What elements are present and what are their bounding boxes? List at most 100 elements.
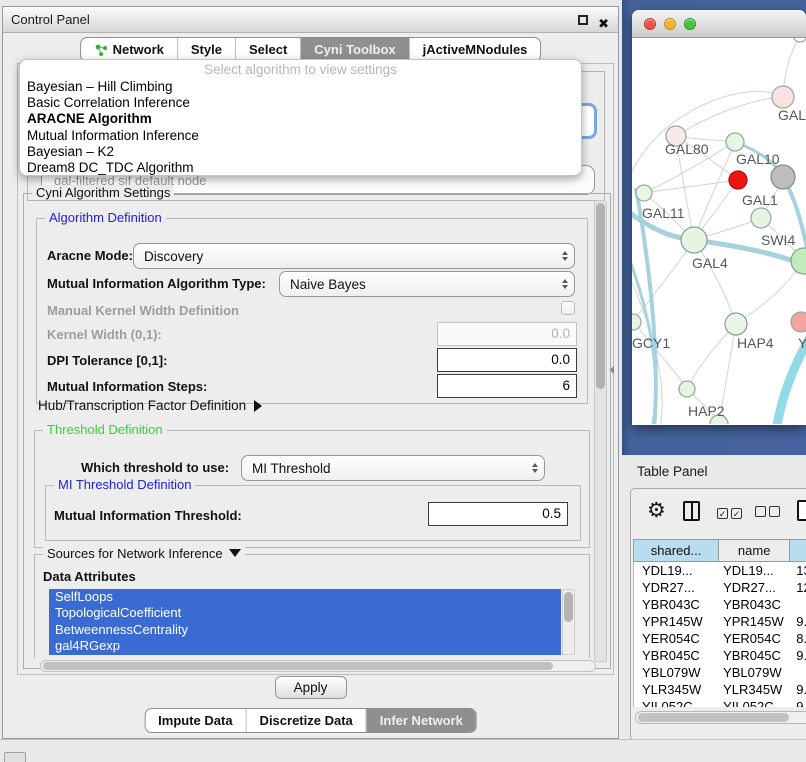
table-cell: YBR045C	[634, 647, 719, 664]
table-row[interactable]: YLR345WYLR345W9.	[634, 681, 806, 698]
network-node[interactable]	[632, 314, 641, 330]
table-row[interactable]: YPR145WYPR145W9.	[634, 613, 806, 630]
tab-discretize-data-label: Discretize Data	[260, 713, 353, 728]
table-cell: YPR145W	[719, 613, 790, 630]
algorithm-option[interactable]: ARACNE Algorithm	[20, 111, 581, 127]
mi-steps-input[interactable]: 6	[437, 374, 577, 398]
apply-button[interactable]: Apply	[275, 676, 347, 699]
data-attribute-item[interactable]: SelfLoops	[49, 589, 561, 605]
data-attribute-item[interactable]: BetweennessCentrality	[49, 622, 561, 638]
mi-threshold-input[interactable]: 0.5	[428, 502, 568, 526]
zoom-traffic-light-icon[interactable]	[684, 18, 696, 30]
network-node[interactable]	[636, 185, 652, 201]
network-node-label: GAL11	[642, 205, 685, 221]
table-cell: 9.	[790, 613, 806, 630]
table-hscrollbar-thumb[interactable]	[638, 713, 789, 722]
tab-network[interactable]: Network	[81, 38, 177, 61]
table-cell: YDL19...	[719, 562, 790, 579]
tab-style[interactable]: Style	[177, 38, 235, 61]
network-node[interactable]	[791, 312, 806, 332]
select-all-columns-icon[interactable]: ✓✓	[717, 505, 745, 520]
data-attribute-item[interactable]: gal4RGexp	[49, 638, 561, 654]
table-toolbar: ⚙ ✓✓	[631, 489, 806, 535]
table-row[interactable]: YBR043CYBR043C	[634, 596, 806, 613]
table-cell: YDL19...	[634, 562, 719, 579]
network-node[interactable]	[772, 86, 794, 108]
gear-icon[interactable]: ⚙	[647, 499, 666, 523]
table-row[interactable]: YBR045CYBR045C9.	[634, 647, 806, 664]
table-cell: YIL052C	[634, 698, 719, 707]
corner-mini-button[interactable]	[4, 752, 26, 762]
network-node[interactable]	[771, 165, 795, 189]
table-cell: 8.	[790, 630, 806, 647]
network-node[interactable]	[751, 208, 771, 228]
attributes-hscrollbar[interactable]	[40, 660, 596, 672]
algorithm-option[interactable]: Bayesian – Hill Climbing	[20, 79, 581, 95]
float-window-icon[interactable]	[578, 15, 588, 25]
which-threshold-select[interactable]: MI Threshold	[241, 455, 545, 481]
close-icon[interactable]: ✖	[598, 11, 609, 37]
attributes-vscrollbar-thumb[interactable]	[564, 592, 573, 622]
network-node[interactable]	[791, 248, 806, 274]
table-hscrollbar[interactable]	[635, 711, 806, 724]
network-graph: GALGAL80GAL10GAL1GAL11SWI4GAL4GCY1HAP4YH…	[632, 38, 806, 424]
kernel-width-label: Kernel Width (0,1):	[47, 327, 162, 342]
network-node[interactable]	[729, 171, 747, 189]
table-row[interactable]: YBL079WYBL079W	[634, 664, 806, 681]
column-layout-icon[interactable]	[683, 501, 700, 521]
table-cell: YBR043C	[634, 596, 719, 613]
tab-select[interactable]: Select	[235, 38, 300, 61]
kernel-width-input[interactable]: 0.0	[437, 322, 577, 346]
algorithm-option[interactable]: Bayesian – K2	[20, 144, 581, 160]
network-node[interactable]	[725, 313, 747, 335]
data-attribute-item[interactable]: TopologicalCoefficient	[49, 605, 561, 621]
expand-right-icon	[254, 400, 262, 412]
table-row[interactable]: YIL052CYIL052C9.	[634, 698, 806, 707]
dpi-tolerance-input[interactable]: 0.0	[437, 348, 577, 372]
tab-jactivemnodules[interactable]: jActiveMNodules	[409, 38, 541, 61]
hub-definition-toggle[interactable]: Hub/Transcription Factor Definition	[38, 398, 262, 413]
network-node-label: GAL1	[742, 192, 778, 208]
new-table-icon[interactable]	[797, 500, 806, 521]
algorithm-option[interactable]: Basic Correlation Inference	[20, 95, 581, 111]
settings-group-title: Cyni Algorithm Settings	[32, 185, 174, 200]
tab-cyni-toolbox-label: Cyni Toolbox	[314, 42, 395, 57]
column-header-shared-name[interactable]: shared...	[634, 540, 719, 561]
network-window-titlebar	[632, 10, 806, 38]
tab-discretize-data[interactable]: Discretize Data	[246, 709, 366, 732]
tab-infer-network[interactable]: Infer Network	[366, 709, 476, 732]
attributes-hscrollbar-thumb[interactable]	[43, 662, 553, 670]
tab-cyni-toolbox[interactable]: Cyni Toolbox	[300, 38, 408, 61]
aracne-mode-label: Aracne Mode:	[47, 248, 133, 263]
minimize-traffic-light-icon[interactable]	[664, 18, 676, 30]
attributes-vscrollbar[interactable]	[562, 589, 575, 655]
aracne-mode-select[interactable]: Discovery	[133, 243, 575, 269]
network-node[interactable]	[793, 38, 806, 42]
settings-scrollbar[interactable]	[594, 200, 607, 662]
settings-scrollbar-thumb[interactable]	[596, 203, 605, 389]
column-header-clipped[interactable]	[790, 540, 806, 561]
close-traffic-light-icon[interactable]	[644, 18, 656, 30]
table-row[interactable]: YDR27...YDR27...12	[634, 579, 806, 596]
table-cell: YLR345W	[634, 681, 719, 698]
algorithm-option[interactable]: Dream8 DC_TDC Algorithm	[20, 160, 581, 176]
table-cell	[790, 664, 806, 681]
table-row[interactable]: YER054CYER054C8.	[634, 630, 806, 647]
manual-kernel-checkbox[interactable]	[561, 301, 575, 315]
network-node[interactable]	[726, 133, 744, 151]
data-attributes-list[interactable]: SelfLoopsTopologicalCoefficientBetweenne…	[49, 589, 561, 655]
algorithm-dropdown-list: Bayesian – Hill ClimbingBasic Correlatio…	[20, 79, 581, 176]
sources-group: Sources for Network Inference Data Attri…	[34, 554, 590, 658]
table-body[interactable]: YDL19...YDL19...13YDR27...YDR27...12YBR0…	[633, 562, 806, 707]
tab-impute-data[interactable]: Impute Data	[145, 709, 245, 732]
network-node[interactable]	[679, 381, 695, 397]
column-header-name[interactable]: name	[719, 540, 790, 561]
deselect-all-columns-icon[interactable]	[755, 505, 783, 520]
network-node[interactable]	[681, 227, 707, 253]
table-row[interactable]: YDL19...YDL19...13	[634, 562, 806, 579]
network-canvas[interactable]: GALGAL80GAL10GAL1GAL11SWI4GAL4GCY1HAP4YH…	[632, 38, 806, 424]
mi-type-select[interactable]: Naive Bayes	[279, 271, 575, 297]
algorithm-option[interactable]: Mutual Information Inference	[20, 128, 581, 144]
table-cell	[790, 596, 806, 613]
collapse-down-icon[interactable]	[229, 549, 241, 557]
